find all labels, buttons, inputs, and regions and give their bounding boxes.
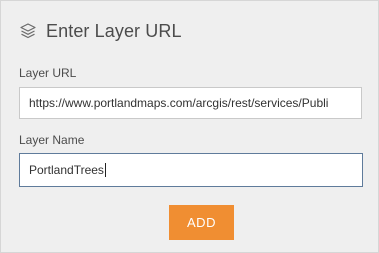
enter-layer-url-panel: Enter Layer URL Layer URL https://www.po… xyxy=(0,0,379,253)
panel-header: Enter Layer URL xyxy=(19,19,182,43)
add-button[interactable]: ADD xyxy=(169,205,234,240)
layer-name-label: Layer Name xyxy=(19,133,85,147)
layer-url-input[interactable]: https://www.portlandmaps.com/arcgis/rest… xyxy=(19,87,362,119)
text-cursor xyxy=(104,163,106,177)
layer-name-value: PortlandTrees xyxy=(29,163,104,177)
layer-url-value: https://www.portlandmaps.com/arcgis/rest… xyxy=(29,96,329,110)
layer-name-input[interactable]: PortlandTrees xyxy=(19,153,363,187)
panel-title: Enter Layer URL xyxy=(46,20,182,41)
layers-icon xyxy=(19,22,37,40)
layer-url-label: Layer URL xyxy=(19,66,77,80)
